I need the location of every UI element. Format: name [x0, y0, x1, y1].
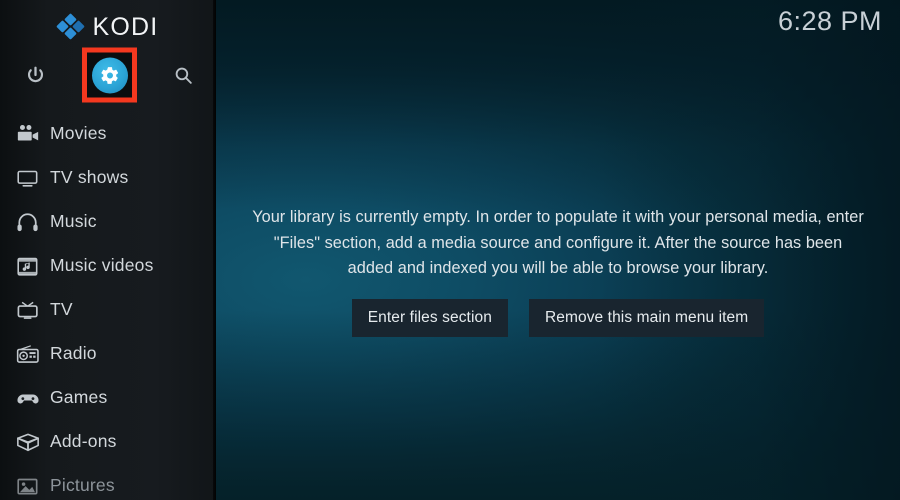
- sidebar-item-label: TV: [50, 299, 73, 320]
- sidebar-item-label: Games: [50, 387, 108, 408]
- sidebar-menu: Movies TV shows Music Music videos TV Radio Ga…: [0, 112, 216, 500]
- television-icon: [10, 165, 46, 191]
- app-logo: KODI: [0, 8, 216, 46]
- movie-camera-icon: [10, 121, 46, 147]
- movie-camera-icon: [17, 124, 39, 140]
- headphones-icon: [17, 212, 38, 231]
- sidebar: KODI Movies TV shows Music Music videos …: [0, 0, 216, 500]
- film-music-icon: [10, 253, 46, 279]
- gear-icon: [100, 66, 118, 84]
- sidebar-item-label: Add-ons: [50, 431, 117, 452]
- sidebar-item-games[interactable]: Games: [0, 376, 216, 420]
- search-icon: [175, 67, 192, 84]
- picture-icon: [17, 478, 38, 495]
- settings-disc: [91, 57, 128, 93]
- sidebar-item-movies[interactable]: Movies: [0, 112, 216, 156]
- sidebar-item-pictures[interactable]: Pictures: [0, 464, 216, 500]
- empty-library-panel: Your library is currently empty. In orde…: [216, 205, 900, 337]
- gamepad-icon: [10, 385, 46, 411]
- television-icon: [17, 170, 38, 187]
- empty-library-message: Your library is currently empty. In orde…: [252, 208, 864, 277]
- app-title: KODI: [92, 12, 159, 41]
- retro-tv-icon: [10, 297, 46, 323]
- headphones-icon: [10, 209, 46, 235]
- sidebar-item-tv[interactable]: TV: [0, 288, 216, 332]
- sidebar-item-label: Pictures: [50, 475, 115, 496]
- kodi-diamond-logo-icon: [55, 13, 85, 40]
- settings-button[interactable]: [82, 47, 137, 103]
- open-box-icon: [17, 433, 39, 451]
- empty-library-actions: Enter files section Remove this main menu…: [351, 298, 765, 337]
- power-icon: [27, 66, 43, 82]
- open-box-icon: [10, 429, 46, 455]
- search-button[interactable]: [166, 58, 200, 92]
- sidebar-item-label: Radio: [50, 343, 97, 364]
- sidebar-item-radio[interactable]: Radio: [0, 332, 216, 376]
- gamepad-icon: [17, 393, 39, 403]
- main-content: 6:28 PM Your library is currently empty.…: [216, 0, 900, 500]
- sidebar-item-label: Music videos: [50, 255, 154, 276]
- sidebar-item-label: Music: [50, 211, 97, 232]
- sidebar-item-label: Movies: [50, 123, 107, 144]
- film-music-icon: [17, 257, 38, 276]
- power-button[interactable]: [18, 58, 52, 92]
- retro-tv-icon: [17, 301, 38, 319]
- sidebar-item-music-videos[interactable]: Music videos: [0, 244, 216, 288]
- clock: 6:28 PM: [777, 6, 882, 36]
- remove-this-main-menu-item-button[interactable]: Remove this main menu item: [528, 298, 765, 337]
- radio-icon: [10, 341, 46, 367]
- kodi-home-screen: KODI Movies TV shows Music Music videos …: [0, 0, 900, 500]
- radio-icon: [16, 344, 39, 363]
- quick-action-bar: [0, 47, 216, 103]
- sidebar-item-music[interactable]: Music: [0, 200, 216, 244]
- enter-files-section-button[interactable]: Enter files section: [351, 298, 508, 337]
- sidebar-item-tv-shows[interactable]: TV shows: [0, 156, 216, 200]
- picture-icon: [10, 473, 46, 499]
- sidebar-item-label: TV shows: [50, 167, 129, 188]
- sidebar-item-add-ons[interactable]: Add-ons: [0, 420, 216, 464]
